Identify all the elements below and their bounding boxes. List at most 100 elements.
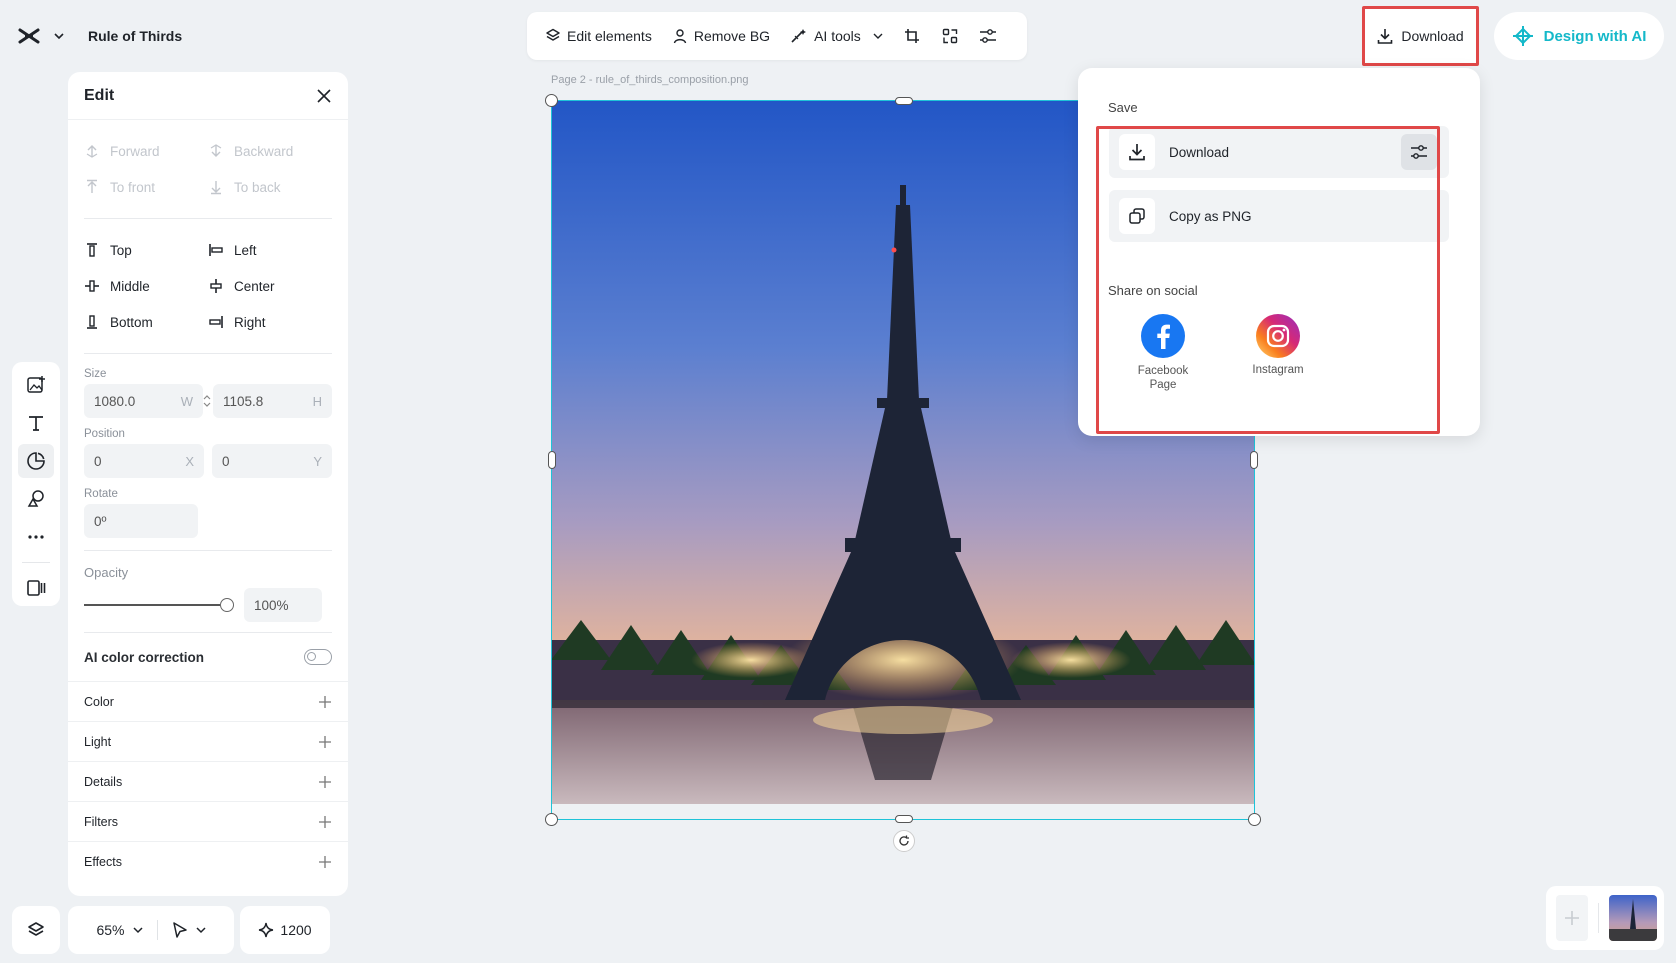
section-color[interactable]: Color [68, 681, 348, 721]
plus-icon[interactable] [318, 775, 332, 789]
cursor-icon [172, 922, 188, 938]
ai-tools-button[interactable]: AI tools [782, 19, 891, 53]
lock-ratio-icon[interactable] [203, 384, 211, 418]
credits-button[interactable]: 1200 [240, 906, 330, 954]
position-x-input[interactable]: 0 X [84, 444, 204, 478]
capcut-logo-icon[interactable] [14, 21, 44, 51]
plus-icon[interactable] [318, 855, 332, 869]
align-bottom-icon [84, 314, 100, 330]
align-middle-icon [84, 278, 100, 294]
align-center-button[interactable]: Center [208, 275, 332, 297]
resize-handle-bottom-right[interactable] [1248, 813, 1261, 826]
save-section-label: Save [1108, 100, 1138, 115]
plus-icon[interactable] [318, 735, 332, 749]
chevron-down-icon [873, 32, 883, 40]
opacity-label: Opacity [84, 565, 129, 580]
shapes-icon[interactable] [18, 482, 54, 516]
to-back-icon [208, 179, 224, 195]
align-top-icon [84, 242, 100, 258]
align-right-button[interactable]: Right [208, 311, 332, 333]
backward-button[interactable]: Backward [208, 140, 332, 162]
align-middle-button[interactable]: Middle [84, 275, 208, 297]
text-icon[interactable] [18, 406, 54, 440]
width-input[interactable]: 1080.0 W [84, 384, 203, 418]
crop-icon[interactable] [895, 19, 929, 53]
align-left-button[interactable]: Left [208, 239, 332, 261]
settings-sliders-icon [1410, 144, 1428, 160]
rotate-handle[interactable] [893, 830, 915, 852]
chevron-down-icon [195, 926, 206, 934]
present-icon[interactable] [18, 571, 54, 605]
download-option[interactable]: Download [1109, 126, 1449, 178]
height-input[interactable]: 1105.8 H [213, 384, 332, 418]
page-label: Page 2 - rule_of_thirds_composition.png [551, 74, 749, 86]
share-facebook[interactable]: Facebook Page [1123, 314, 1203, 392]
download-settings-button[interactable] [1401, 134, 1437, 170]
download-icon [1119, 134, 1155, 170]
pages-panel [1546, 886, 1664, 950]
adjust-sections: Color Light Details Filters Effects [68, 681, 348, 881]
resize-handle-bottom-left[interactable] [545, 813, 558, 826]
rotate-label: Rotate [84, 488, 118, 500]
edit-panel-title: Edit [84, 86, 115, 104]
design-with-ai-button[interactable]: Design with AI [1494, 12, 1664, 60]
adjust-sliders-icon[interactable] [971, 19, 1005, 53]
to-back-button[interactable]: To back [208, 176, 332, 198]
resize-handle-top-left[interactable] [545, 94, 558, 107]
instagram-icon [1256, 314, 1300, 358]
ai-color-correction-label: AI color correction [84, 649, 205, 665]
pointer-tool-select[interactable] [158, 922, 220, 938]
download-icon [1377, 28, 1393, 44]
resize-handle-right[interactable] [1250, 451, 1258, 469]
layers-icon [27, 921, 45, 939]
opacity-slider[interactable] [84, 598, 234, 612]
resize-handle-bottom[interactable] [895, 815, 913, 823]
facebook-icon [1141, 314, 1185, 358]
add-page-button[interactable] [1556, 895, 1588, 941]
align-bottom-button[interactable]: Bottom [84, 311, 208, 333]
edit-panel: Edit Forward Backward To front To back T… [68, 72, 348, 896]
sparkle-icon [258, 922, 274, 938]
zoom-select[interactable]: 65% [82, 922, 156, 938]
layers-button[interactable] [12, 906, 60, 954]
plus-icon[interactable] [318, 695, 332, 709]
align-top-button[interactable]: Top [84, 239, 208, 261]
section-details[interactable]: Details [68, 761, 348, 801]
brand-area: Rule of Thirds [14, 20, 182, 52]
position-y-input[interactable]: 0 Y [212, 444, 332, 478]
plus-icon[interactable] [318, 815, 332, 829]
close-icon[interactable] [316, 88, 332, 104]
resize-handle-left[interactable] [548, 451, 556, 469]
resize-handle-top[interactable] [895, 97, 913, 105]
copy-icon [1119, 198, 1155, 234]
slider-knob[interactable] [220, 598, 234, 612]
share-instagram[interactable]: Instagram [1238, 314, 1318, 376]
opacity-input[interactable]: 100% [244, 588, 322, 622]
chevron-down-icon[interactable] [54, 32, 64, 40]
to-front-button[interactable]: To front [84, 176, 208, 198]
section-filters[interactable]: Filters [68, 801, 348, 841]
person-icon [672, 28, 688, 44]
more-icon[interactable] [18, 520, 54, 554]
section-light[interactable]: Light [68, 721, 348, 761]
plus-icon [1564, 910, 1580, 926]
image-add-icon[interactable] [18, 368, 54, 402]
ai-color-correction-toggle[interactable] [304, 649, 332, 665]
align-center-icon [208, 278, 224, 294]
ai-sparkle-icon [1512, 25, 1534, 47]
copy-as-png-option[interactable]: Copy as PNG [1109, 190, 1449, 242]
forward-button[interactable]: Forward [84, 140, 208, 162]
sticker-icon[interactable] [18, 444, 54, 478]
forward-layer-icon [84, 143, 100, 159]
section-effects[interactable]: Effects [68, 841, 348, 881]
rotate-input[interactable]: 0º [84, 504, 198, 538]
download-button[interactable]: Download [1362, 6, 1479, 66]
project-title[interactable]: Rule of Thirds [88, 28, 182, 44]
edit-elements-button[interactable]: Edit elements [537, 19, 660, 53]
zoom-controls: 65% [68, 906, 234, 954]
qr-scan-icon[interactable] [933, 19, 967, 53]
page-thumbnail[interactable] [1609, 895, 1657, 941]
to-front-icon [84, 179, 100, 195]
magic-wand-icon [790, 28, 808, 44]
remove-bg-button[interactable]: Remove BG [664, 19, 778, 53]
